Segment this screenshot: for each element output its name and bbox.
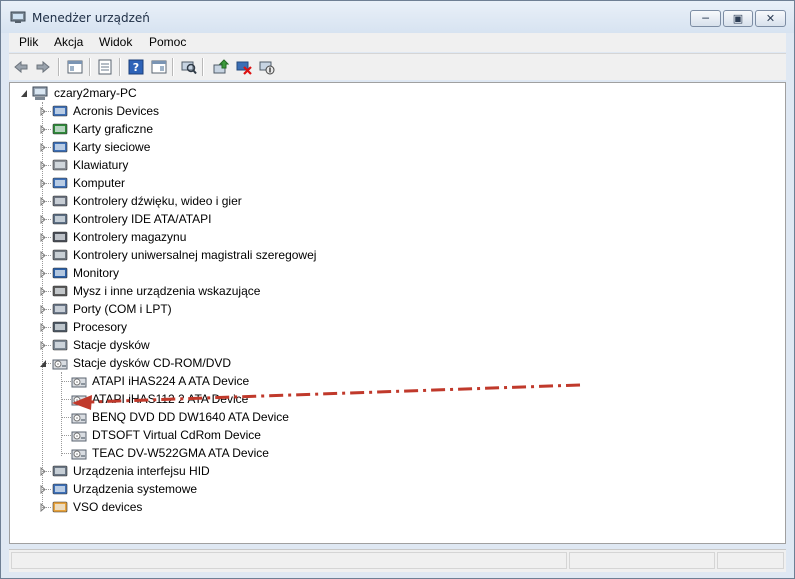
uninstall-icon	[236, 61, 252, 75]
close-button[interactable]: ✕	[755, 10, 786, 27]
maximize-button[interactable]: ▣	[723, 10, 753, 27]
close-icon: ✕	[765, 12, 776, 25]
red-arrow-annotation	[72, 383, 581, 410]
svg-text:?: ?	[133, 61, 139, 74]
properties-icon	[98, 59, 112, 75]
maximize-icon: ▣	[732, 12, 744, 25]
uninstall-button[interactable]	[234, 57, 254, 77]
disable-icon	[259, 61, 275, 75]
update-driver-icon	[213, 59, 229, 74]
device-manager-window: Menedżer urządzeń ─ ▣ ✕ Plik Akcja Widok…	[0, 0, 795, 579]
menu-akcja[interactable]: Akcja	[54, 35, 83, 49]
forward-icon	[36, 60, 50, 74]
status-segment-2	[569, 552, 715, 569]
status-segment-main	[11, 552, 567, 569]
disable-button[interactable]	[257, 57, 277, 77]
help-button[interactable]: ?	[126, 57, 146, 77]
status-bar	[9, 549, 786, 572]
status-segment-3	[717, 552, 784, 569]
properties-button[interactable]	[95, 57, 115, 77]
arrow-head	[72, 395, 92, 410]
menu-bar: Plik Akcja Widok Pomoc	[9, 33, 786, 52]
action-pane-button[interactable]	[149, 57, 169, 77]
help-icon: ?	[128, 59, 144, 75]
minimize-icon: ─	[702, 12, 709, 25]
scan-hardware-icon	[181, 61, 197, 75]
console-tree-button[interactable]	[65, 57, 85, 77]
menu-widok[interactable]: Widok	[99, 35, 132, 49]
back-button[interactable]	[11, 57, 31, 77]
device-manager-icon	[10, 11, 26, 23]
toolbar: ?	[9, 53, 786, 80]
scan-hardware-button[interactable]	[179, 57, 199, 77]
action-pane-icon	[151, 60, 167, 74]
forward-button[interactable]	[33, 57, 53, 77]
window-title: Menedżer urządzeń	[32, 11, 150, 25]
device-tree[interactable]: czary2mary-PC Acronis Devices Karty grafi…	[9, 82, 786, 544]
minimize-button[interactable]: ─	[690, 10, 721, 27]
update-driver-button[interactable]	[211, 57, 231, 77]
menu-plik[interactable]: Plik	[19, 35, 38, 49]
back-icon	[14, 60, 28, 74]
menu-pomoc[interactable]: Pomoc	[149, 35, 186, 49]
title-bar[interactable]: Menedżer urządzeń ─ ▣ ✕	[1, 1, 794, 33]
show-hide-console-tree-icon	[67, 60, 83, 74]
